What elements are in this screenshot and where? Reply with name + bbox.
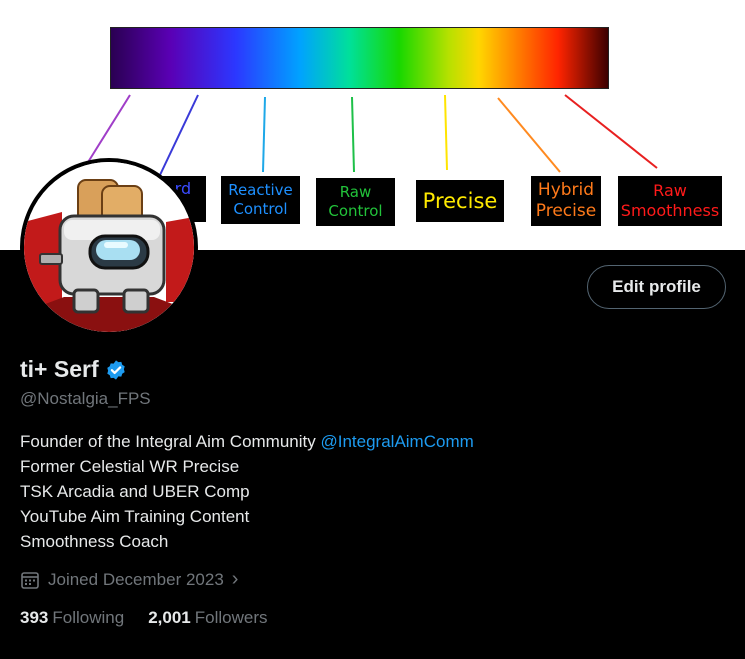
label-reactive-control: Reactive Control	[221, 176, 300, 224]
label-line1: Raw	[339, 183, 372, 202]
bio-line: TSK Arcadia and UBER Comp	[20, 482, 250, 501]
chevron-right-icon: ›	[231, 568, 239, 590]
following-count: 393	[20, 608, 49, 627]
follow-stats: 393 Following 2,001 Followers	[20, 608, 291, 628]
calendar-icon	[21, 571, 39, 589]
label-line2: Smoothness	[620, 201, 720, 220]
toaster-crewmate-icon	[24, 162, 194, 332]
bio-line: Smoothness Coach	[20, 532, 169, 551]
label-line1: Raw	[653, 181, 687, 200]
edit-profile-button[interactable]: Edit profile	[587, 265, 726, 309]
label-line1: Hybrid	[537, 179, 595, 200]
mention-link[interactable]: @IntegralAimComm	[320, 432, 473, 451]
label-line2: Control	[233, 200, 288, 218]
profile-bio: Founder of the Integral Aim Community @I…	[20, 429, 474, 554]
label-precise: Precise	[416, 180, 504, 222]
followers-link[interactable]: 2,001 Followers	[148, 608, 267, 628]
bio-text: Founder of the Integral Aim Community	[20, 432, 321, 451]
label-raw-smoothness: Raw Smoothness	[618, 176, 722, 226]
name-row: ti+ Serf	[20, 356, 127, 383]
label-line1: Precise	[422, 188, 498, 213]
following-link[interactable]: 393 Following	[20, 608, 124, 628]
joined-date: Joined December 2023	[48, 569, 224, 589]
label-line1: Reactive	[228, 181, 293, 200]
label-line2: Precise	[535, 201, 597, 221]
followers-count: 2,001	[148, 608, 191, 627]
bio-line: Founder of the Integral Aim Community @I…	[20, 429, 474, 454]
label-hybrid-precise: Hybrid Precise	[531, 176, 601, 226]
followers-label: Followers	[194, 608, 268, 627]
label-raw-control: Raw Control	[316, 178, 395, 226]
display-name: ti+ Serf	[20, 356, 99, 382]
label-line2: Control	[328, 202, 383, 220]
joined-date-row[interactable]: Joined December 2023 ›	[20, 568, 238, 591]
avatar-image	[24, 162, 194, 332]
bio-line: YouTube Aim Training Content	[20, 507, 250, 526]
following-label: Following	[52, 608, 125, 627]
user-handle: @Nostalgia_FPS	[20, 389, 151, 408]
bio-line: Former Celestial WR Precise	[20, 457, 240, 476]
verified-badge-icon[interactable]	[105, 359, 127, 381]
profile-avatar[interactable]	[20, 158, 198, 336]
